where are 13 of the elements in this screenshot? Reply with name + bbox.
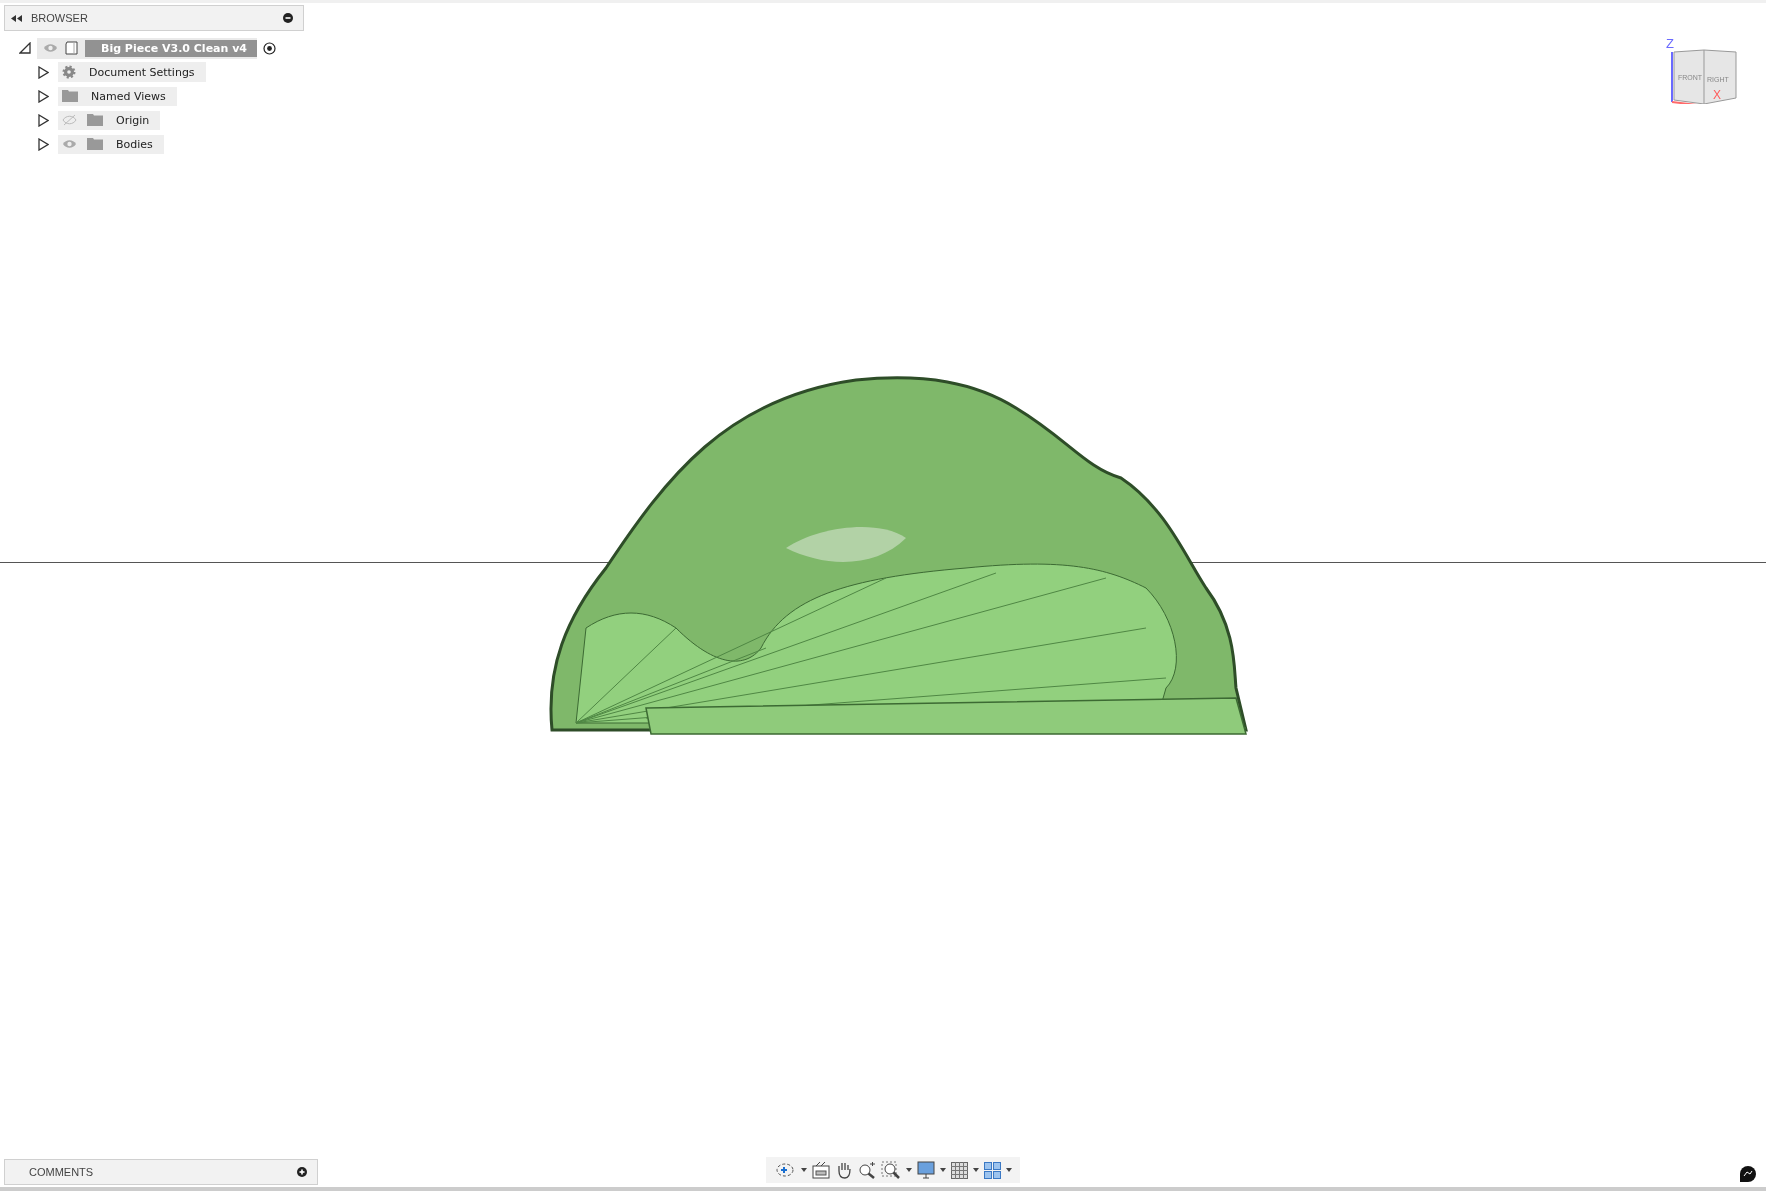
axis-label: X xyxy=(1713,88,1721,102)
component-name: Big Piece V3.0 Clean v4 xyxy=(85,39,257,57)
browser-item[interactable]: Document Settings xyxy=(58,62,206,82)
item-label: Named Views xyxy=(90,89,166,103)
browser-item[interactable]: Bodies xyxy=(58,134,164,154)
panel-title: BROWSER xyxy=(31,12,88,24)
item-label: Bodies xyxy=(115,137,153,151)
browser-item[interactable]: Origin xyxy=(58,110,161,130)
panel-title: COMMENTS xyxy=(29,1166,94,1178)
browser-item[interactable]: Named Views xyxy=(58,86,177,106)
axis-label: Z xyxy=(1666,36,1674,51)
item-label: Document Settings xyxy=(88,65,195,79)
item-label: Origin xyxy=(115,113,150,127)
